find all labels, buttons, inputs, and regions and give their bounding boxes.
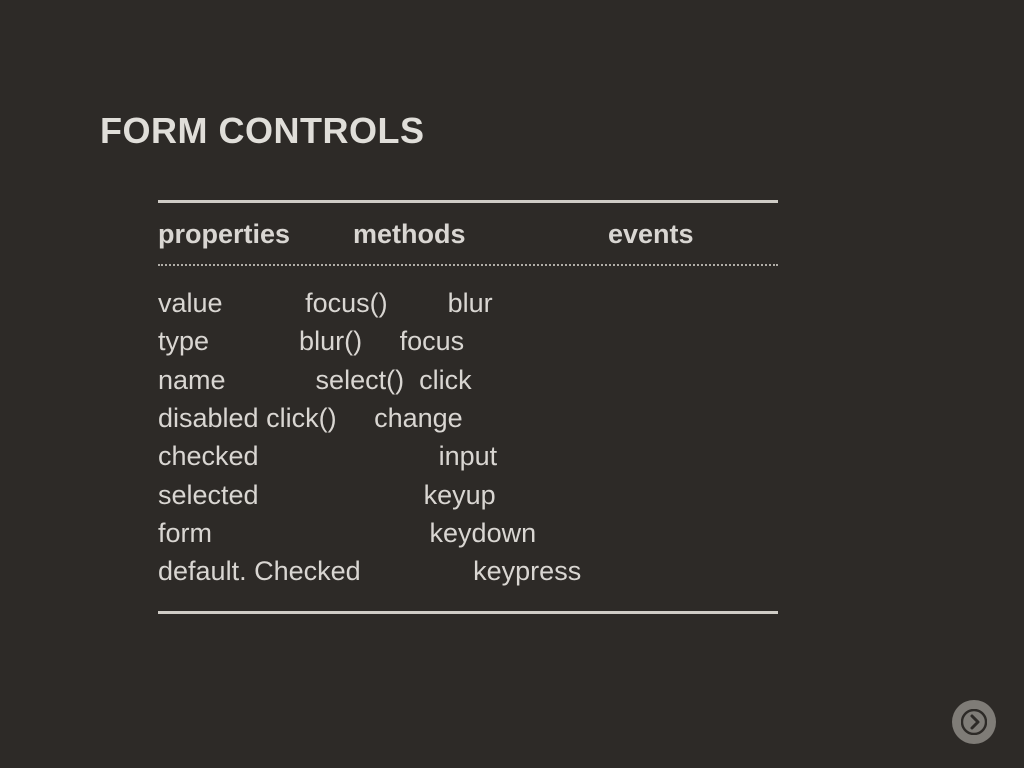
divider-bottom bbox=[158, 611, 778, 614]
content-block: properties methods events value focus() … bbox=[158, 200, 778, 614]
table-body: value focus() blur type blur() focus nam… bbox=[158, 266, 778, 611]
table-row: value focus() blur bbox=[158, 284, 778, 322]
table-row: form keydown bbox=[158, 514, 778, 552]
table-row: type blur() focus bbox=[158, 322, 778, 360]
table-header-row: properties methods events bbox=[158, 203, 778, 264]
arrow-right-icon bbox=[961, 709, 987, 735]
table-row: name select() click bbox=[158, 361, 778, 399]
slide-title: FORM CONTROLS bbox=[100, 110, 1024, 152]
table-row: disabled click() change bbox=[158, 399, 778, 437]
header-methods: methods bbox=[353, 219, 608, 250]
header-events: events bbox=[608, 219, 694, 250]
table-row: selected keyup bbox=[158, 476, 778, 514]
next-button[interactable] bbox=[952, 700, 996, 744]
table-row: default. Checked keypress bbox=[158, 552, 778, 590]
slide: FORM CONTROLS properties methods events … bbox=[0, 0, 1024, 768]
header-properties: properties bbox=[158, 219, 353, 250]
table-row: checked input bbox=[158, 437, 778, 475]
